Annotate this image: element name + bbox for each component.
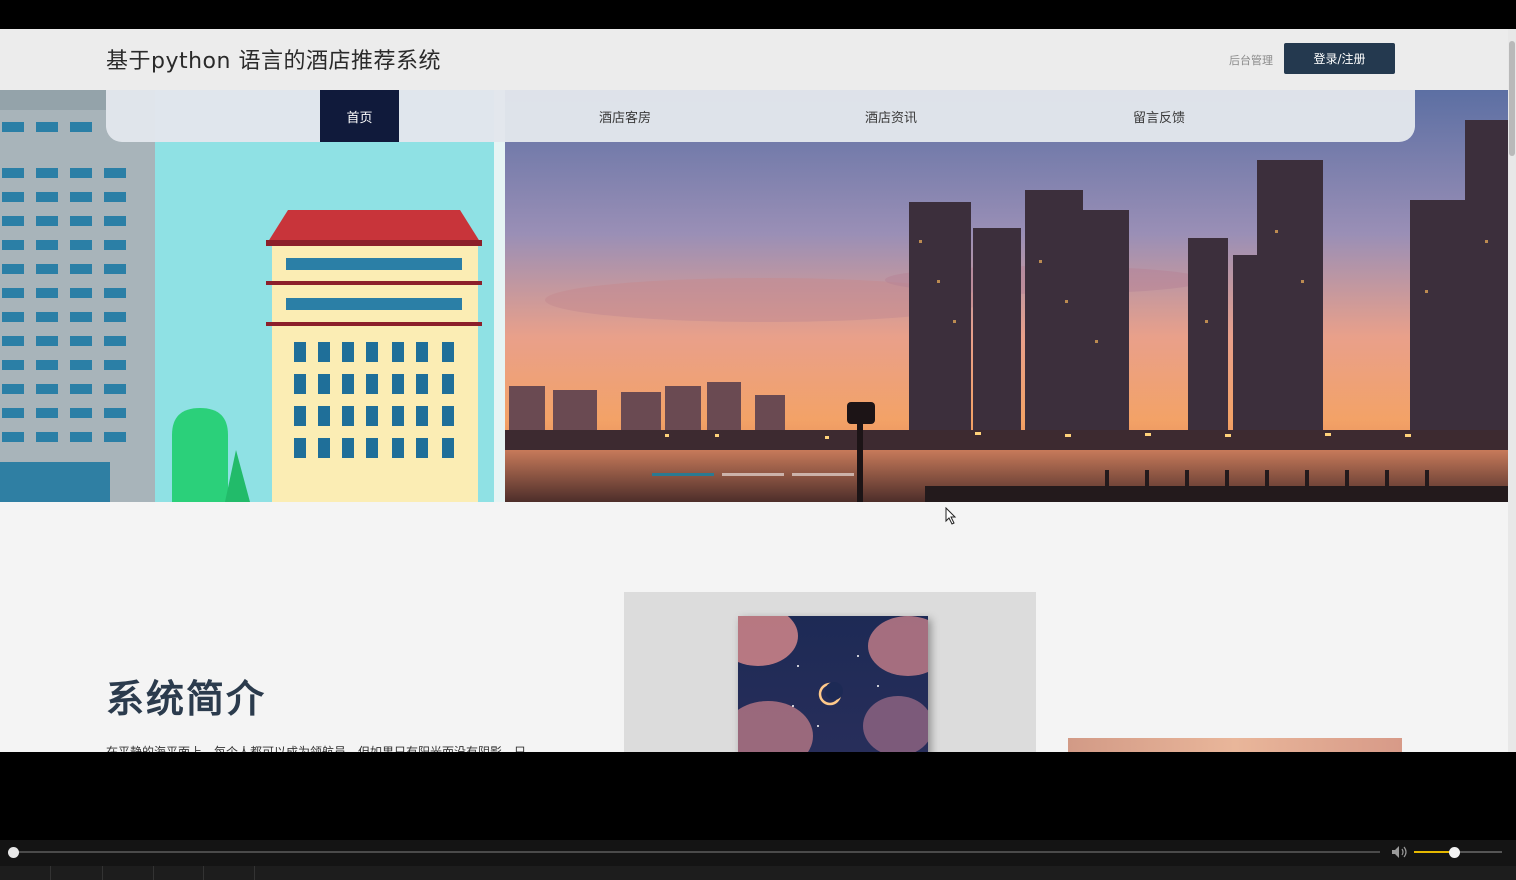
taskbar-separator — [203, 866, 204, 880]
taskbar-separator — [102, 866, 103, 880]
hotel-illustration — [0, 90, 494, 502]
about-side-image — [1068, 738, 1402, 752]
progress-knob[interactable] — [8, 847, 19, 858]
banner-divider — [494, 90, 505, 502]
taskbar-strip — [0, 866, 1516, 880]
scrollbar-thumb[interactable] — [1509, 41, 1515, 156]
mouse-cursor-icon — [945, 507, 957, 525]
taskbar-separator — [50, 866, 51, 880]
site-header: 基于python 语言的酒店推荐系统 后台管理 登录/注册 — [0, 29, 1508, 90]
volume-knob[interactable] — [1449, 847, 1460, 858]
video-player-controls — [0, 840, 1516, 880]
volume-icon[interactable] — [1391, 845, 1409, 859]
night-sky-poster — [738, 616, 928, 752]
volume-fill — [1414, 851, 1454, 853]
hero-banner — [0, 90, 1508, 502]
login-register-button[interactable]: 登录/注册 — [1284, 43, 1395, 74]
admin-link[interactable]: 后台管理 — [1229, 52, 1273, 68]
slider-dot-2[interactable] — [722, 473, 784, 476]
slider-dot-1[interactable] — [652, 473, 714, 476]
site-title: 基于python 语言的酒店推荐系统 — [106, 49, 441, 74]
city-sunset-photo — [505, 90, 1508, 502]
nav-item-home[interactable]: 首页 — [320, 90, 399, 142]
about-title: 系统简介 — [106, 677, 267, 721]
taskbar-separator — [254, 866, 255, 880]
taskbar-separator — [153, 866, 154, 880]
nav-item-rooms[interactable]: 酒店客房 — [570, 90, 680, 142]
nav-item-news[interactable]: 酒店资讯 — [836, 90, 946, 142]
about-image-card — [624, 592, 1036, 752]
about-text: 在平静的海平面上，每个人都可以成为领航员，但如果只有阳光而没有阴影，只 — [106, 745, 527, 752]
slider-dot-3[interactable] — [792, 473, 854, 476]
page-scrollbar[interactable] — [1508, 29, 1516, 752]
progress-track[interactable] — [12, 851, 1380, 853]
nav-item-feedback[interactable]: 留言反馈 — [1104, 90, 1214, 142]
main-nav: 首页 酒店客房 酒店资讯 留言反馈 — [106, 90, 1415, 142]
browser-viewport: 基于python 语言的酒店推荐系统 后台管理 登录/注册 首页 酒店客房 酒店… — [0, 29, 1516, 752]
